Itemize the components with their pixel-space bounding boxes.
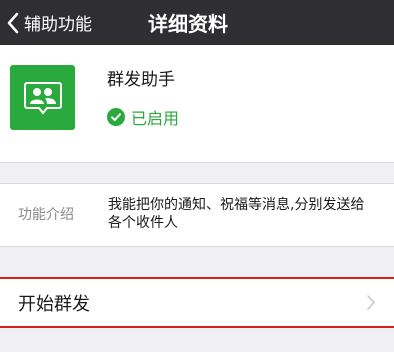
check-circle-icon (107, 108, 125, 126)
status-badge: 已启用 (107, 105, 179, 129)
page-title: 详细资料 (148, 12, 228, 36)
intro-label: 功能介绍 (18, 207, 74, 223)
intro-text: 我能把你的通知、祝福等消息,分别发送给各个收件人 (108, 197, 365, 231)
chevron-left-icon (6, 11, 20, 35)
divider (0, 162, 394, 163)
start-broadcast-label: 开始群发 (18, 293, 90, 315)
status-text: 已启用 (131, 109, 180, 128)
chevron-right-icon (366, 294, 376, 311)
navbar: 辅助功能 详细资料 (0, 0, 394, 45)
feature-intro: 功能介绍 我能把你的通知、祝福等消息,分别发送给各个收件人 (0, 184, 394, 246)
app-name: 群发助手 (107, 70, 175, 90)
back-label: 辅助功能 (24, 15, 92, 35)
start-broadcast-button[interactable]: 开始群发 (0, 277, 394, 328)
profile-card: 群发助手 已启用 (0, 45, 394, 162)
back-button[interactable]: 辅助功能 (6, 0, 92, 45)
divider (0, 246, 394, 247)
group-people-icon (10, 65, 75, 130)
